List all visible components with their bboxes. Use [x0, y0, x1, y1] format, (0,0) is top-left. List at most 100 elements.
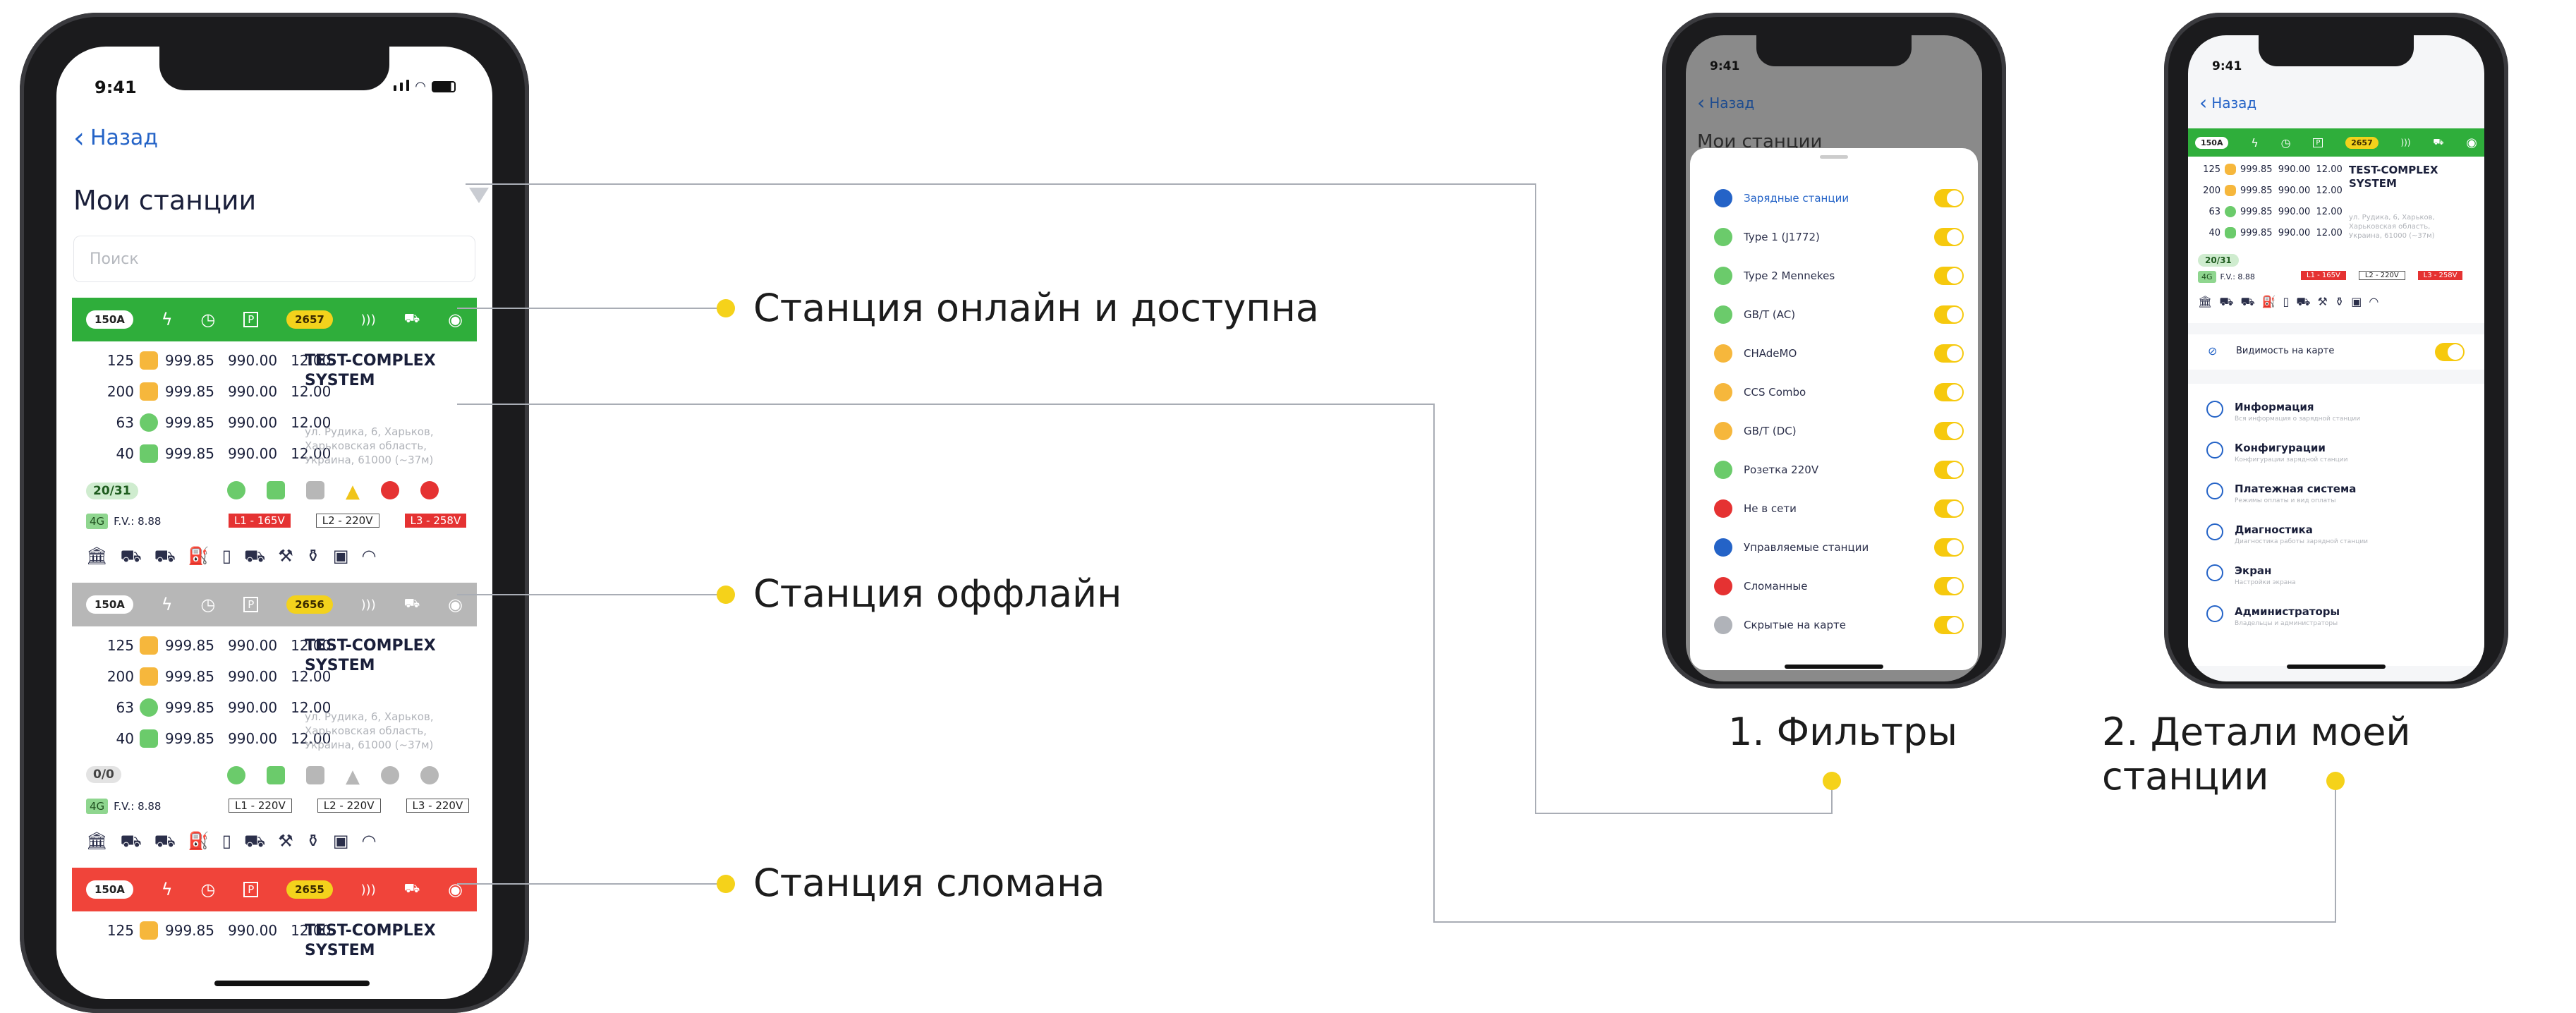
- filter-item[interactable]: CHAdeMO: [1714, 344, 1797, 363]
- chademo-plug-icon: [140, 667, 158, 686]
- station-card-body-offline[interactable]: 125 999.85 990.00 12.00 200 999.85 990.00 …: [72, 626, 477, 865]
- menu-item-icon: [2206, 523, 2223, 540]
- callout-dot: [1823, 772, 1841, 790]
- detail-menu-item[interactable]: Диагностика Диагностика работы зарядной с…: [2206, 523, 2368, 545]
- ccs-plug-icon: [140, 636, 158, 655]
- callout-details: 2. Детали моей станции: [2102, 710, 2411, 799]
- phase-l3: L3 - 220V: [406, 799, 470, 813]
- chevron-left-icon: ‹: [73, 121, 85, 154]
- filter-toggle[interactable]: [1934, 616, 1964, 634]
- eye-icon[interactable]: ◉: [448, 595, 463, 614]
- filter-toggle[interactable]: [1934, 305, 1964, 324]
- menu-item-subtitle: Режимы оплаты и вид оплаты: [2235, 497, 2336, 504]
- stop-icon: [381, 766, 399, 784]
- filter-toggle[interactable]: [1934, 228, 1964, 246]
- amp-badge: 150A: [86, 595, 133, 614]
- notch: [1756, 35, 1912, 66]
- parking-icon: P: [243, 597, 259, 612]
- filter-item[interactable]: Зарядные станции: [1714, 189, 1849, 207]
- type1-plug-icon: [140, 729, 158, 748]
- filter-item[interactable]: CCS Combo: [1714, 383, 1806, 401]
- connector-row: 200 999.85 990.00 12.00: [107, 382, 332, 401]
- connector-row: 125 999.85 990.00 12.00: [107, 351, 332, 370]
- bag-icon: ▣: [2351, 295, 2362, 308]
- station-name: TEST-COMPLEX SYSTEM: [305, 922, 436, 959]
- station-card-header-online[interactable]: 150A ϟ ◷ P 2657 ))) ⛟ ◉: [72, 298, 477, 341]
- station-name: TEST-COMPLEX SYSTEM: [305, 352, 436, 389]
- filter-phone-screen: 9:41 ‹ Назад Мои станции Зарядные станци…: [1686, 35, 1982, 681]
- station-card-header-offline[interactable]: 150A ϟ ◷ P 2656 ))) ⛟ ◉: [72, 583, 477, 626]
- filter-toggle[interactable]: [1934, 422, 1964, 440]
- filter-item[interactable]: Сломанные: [1714, 577, 1807, 595]
- stop-icon: [381, 481, 399, 499]
- nfc-icon: ))): [2400, 138, 2411, 147]
- filter-item[interactable]: Скрытые на карте: [1714, 616, 1846, 634]
- visibility-toggle[interactable]: [2435, 343, 2465, 361]
- detail-menu-item[interactable]: Информация Вся информация о зарядной стан…: [2206, 401, 2360, 423]
- menu-item-icon: [2206, 401, 2223, 418]
- tools-icon: ⚒: [278, 546, 293, 566]
- notch: [2259, 35, 2414, 66]
- connector-line: [457, 883, 725, 885]
- station-id-badge: 2657: [2345, 136, 2378, 149]
- clock-icon: ◷: [200, 880, 216, 899]
- eye-icon[interactable]: ◉: [2466, 135, 2477, 150]
- filter-icon[interactable]: [469, 188, 489, 203]
- back-button[interactable]: ‹ Назад: [1697, 93, 1754, 113]
- station-address: ул. Рудика, 6, Харьков, Харьковская обла…: [305, 710, 434, 751]
- station-card-body-online[interactable]: 125 999.85 990.00 12.00 200 999.85 990.00 …: [72, 341, 477, 580]
- connector-row: 200 999.85 990.00 12.00: [2203, 185, 2343, 196]
- station-card-body-broken[interactable]: 125 999.85 990.00 12.00 TEST-COMPLEX SYST…: [72, 911, 477, 968]
- station-card-header-broken[interactable]: 150A ϟ ◷ P 2655 ))) ⛟ ◉: [72, 868, 477, 911]
- clock-icon: ◷: [200, 310, 216, 329]
- search-input[interactable]: Поиск: [73, 236, 475, 282]
- filter-item[interactable]: Не в сети: [1714, 499, 1797, 518]
- station-name: TEST-COMPLEX SYSTEM: [305, 637, 436, 674]
- car-icon: ⛟: [120, 831, 142, 851]
- type2-plug-icon: [140, 698, 158, 717]
- filter-toggle[interactable]: [1934, 577, 1964, 595]
- filter-item[interactable]: GB/T (DC): [1714, 422, 1797, 440]
- charger-icon: ▯: [221, 546, 231, 566]
- filter-item[interactable]: GB/T (AC): [1714, 305, 1795, 324]
- tools-icon: ⚒: [278, 831, 293, 851]
- detail-menu-item[interactable]: Конфигурации Конфигурации зарядной станци…: [2206, 442, 2347, 463]
- filter-toggle[interactable]: [1934, 461, 1964, 479]
- eye-off-icon: ⊘: [2208, 344, 2218, 358]
- card-status-icon: [267, 481, 285, 499]
- parking-icon: P: [243, 882, 259, 897]
- filter-toggle[interactable]: [1934, 383, 1964, 401]
- filter-item[interactable]: Type 2 Mennekes: [1714, 267, 1835, 285]
- connector-type-icon: [1714, 422, 1732, 440]
- back-button[interactable]: ‹ Назад: [2199, 93, 2256, 113]
- filter-toggle[interactable]: [1934, 538, 1964, 557]
- filter-item[interactable]: Розетка 220V: [1714, 461, 1818, 479]
- filter-item[interactable]: Управляемые станции: [1714, 538, 1869, 557]
- filter-item[interactable]: Type 1 (J1772): [1714, 228, 1820, 246]
- bag-icon: ▣: [332, 546, 349, 566]
- connector-row: 125 999.85 990.00 12.00: [107, 636, 332, 655]
- filter-toggle[interactable]: [1934, 189, 1964, 207]
- bus-icon: ⛟: [2296, 295, 2311, 308]
- filter-toggle[interactable]: [1934, 344, 1964, 363]
- ccs-plug-icon: [140, 921, 158, 940]
- bag-icon: ▣: [332, 831, 349, 851]
- phase-l3: L3 - 258V: [404, 514, 467, 528]
- lightning-icon: ϟ: [2251, 135, 2259, 150]
- visibility-row[interactable]: ⊘ Видимость на карте: [2188, 334, 2484, 370]
- back-button[interactable]: ‹ Назад: [73, 121, 158, 154]
- detail-menu-item[interactable]: Администраторы Владельцы и администраторы: [2206, 605, 2340, 627]
- detail-menu-item[interactable]: Платежная система Режимы оплаты и вид опл…: [2206, 483, 2356, 504]
- fuel-icon: ⛽: [188, 831, 209, 851]
- connector-row: 63 999.85 990.00 12.00: [116, 698, 332, 717]
- menu-item-title: Информация: [2235, 401, 2314, 413]
- filter-label: Управляемые станции: [1744, 541, 1869, 554]
- station-id-badge: 2657: [286, 310, 333, 329]
- connector-count: 0/0: [86, 766, 121, 783]
- connector-row: 40 999.85 990.00 12.00: [116, 729, 332, 748]
- filter-toggle[interactable]: [1934, 499, 1964, 518]
- detail-menu-item[interactable]: Экран Настройки экрана: [2206, 564, 2296, 586]
- connector-line: [457, 404, 1435, 405]
- filter-toggle[interactable]: [1934, 267, 1964, 285]
- eye-icon[interactable]: ◉: [448, 310, 463, 329]
